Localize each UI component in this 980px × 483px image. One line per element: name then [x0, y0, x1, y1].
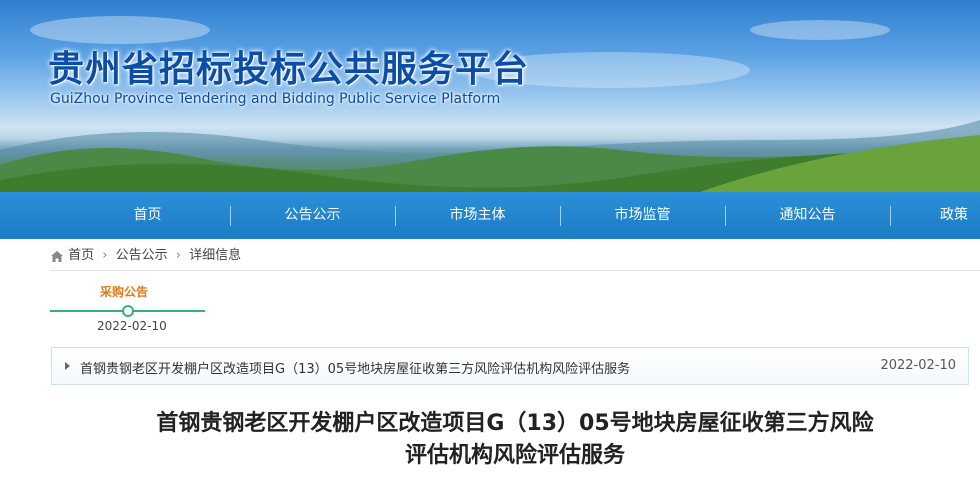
breadcrumb-separator: ›	[175, 248, 181, 263]
article-title-line: 评估机构风险评估服务	[404, 443, 625, 468]
timeline-label: 采购公告	[100, 285, 149, 299]
site-subtitle: GuiZhou Province Tendering and Bidding P…	[50, 91, 501, 107]
breadcrumb-announcements-link[interactable]: 公告公示	[116, 248, 168, 263]
home-icon[interactable]	[50, 250, 64, 263]
nav-item-home[interactable]: 首页	[65, 192, 230, 239]
breadcrumb-home-link[interactable]: 首页	[68, 248, 94, 263]
main-nav: 首页 公告公示 市场主体 市场监管 通知公告 政策法	[0, 192, 980, 239]
breadcrumb-divider	[50, 270, 980, 271]
timeline-date: 2022-02-10	[97, 319, 167, 333]
article-title: 首钢贵钢老区开发棚户区改造项目G（13）05号地块房屋征收第三方风险 评估机构风…	[50, 408, 980, 472]
nav-item-market-supervision[interactable]: 市场监管	[560, 192, 725, 239]
notice-title-link[interactable]: 首钢贵钢老区开发棚户区改造项目G（13）05号地块房屋征收第三方风险评估机构风险…	[80, 358, 630, 377]
notice-item[interactable]: 首钢贵钢老区开发棚户区改造项目G（13）05号地块房屋征收第三方风险评估机构风险…	[51, 347, 969, 385]
site-title: 贵州省招标投标公共服务平台	[48, 49, 530, 90]
arrow-right-icon	[65, 362, 70, 370]
nav-item-policy[interactable]: 政策法	[900, 192, 980, 239]
timeline-dot	[122, 305, 134, 317]
breadcrumb: 首页 › 公告公示 › 详细信息	[50, 246, 241, 266]
breadcrumb-separator: ›	[102, 248, 108, 263]
header-banner: 贵州省招标投标公共服务平台 GuiZhou Province Tendering…	[0, 0, 980, 192]
notice-date: 2022-02-10	[880, 358, 956, 373]
nav-item-notices[interactable]: 通知公告	[725, 192, 890, 239]
nav-separator	[890, 206, 891, 226]
article-title-line: 首钢贵钢老区开发棚户区改造项目G（13）05号地块房屋征收第三方风险	[156, 411, 874, 436]
breadcrumb-current: 详细信息	[189, 248, 242, 263]
nav-item-announcements[interactable]: 公告公示	[230, 192, 395, 239]
nav-item-market-entities[interactable]: 市场主体	[395, 192, 560, 239]
